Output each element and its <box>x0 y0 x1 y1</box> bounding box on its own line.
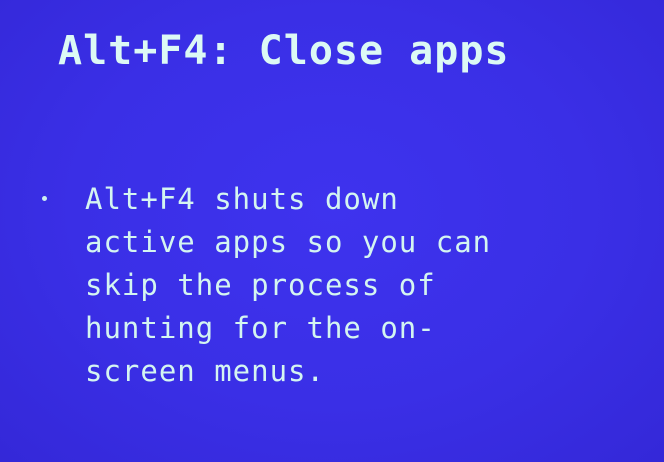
bullet-item: Alt+F4 shuts down active apps so you can… <box>42 178 622 393</box>
slide-title: Alt+F4: Close apps <box>58 28 510 74</box>
slide: Alt+F4: Close apps Alt+F4 shuts down act… <box>0 0 664 462</box>
bullet-list: Alt+F4 shuts down active apps so you can… <box>42 178 622 393</box>
bullet-line: screen menus. <box>85 354 325 388</box>
bullet-text: Alt+F4 shuts down active apps so you can… <box>85 178 585 393</box>
bullet-line: skip the process of <box>85 268 436 302</box>
bullet-line: active apps so you can <box>85 225 492 259</box>
bullet-line: Alt+F4 shuts down <box>85 182 399 216</box>
bullet-line: hunting for the on- <box>85 311 436 345</box>
bullet-dot-icon <box>42 196 47 201</box>
